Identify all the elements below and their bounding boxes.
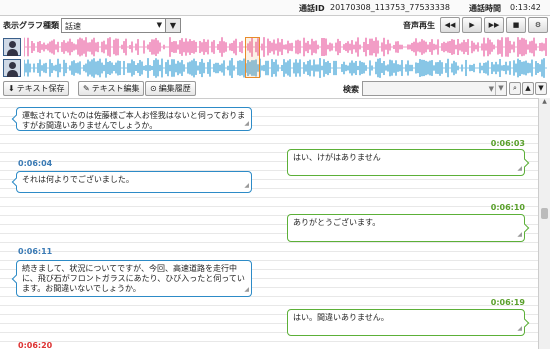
scroll-up-icon[interactable]: ▲	[539, 98, 550, 108]
text-toolbar: ⬇ テキスト保存 ✎ テキスト編集 ⊙ 編集履歴 検索 ▼ ▼ ⌕ ▲ ▼	[0, 79, 550, 98]
resize-grip-icon: ◢	[244, 182, 249, 189]
stop-icon: ■	[512, 21, 520, 29]
select-caret-icon: ▼	[156, 21, 162, 29]
play-button[interactable]: ▶	[462, 17, 482, 33]
message-timestamp: 0:06:11	[18, 247, 53, 256]
download-icon: ⬇	[8, 84, 15, 93]
save-text-button[interactable]: ⬇ テキスト保存	[3, 81, 70, 96]
search-button[interactable]: ⌕	[509, 82, 521, 95]
scroll-thumb[interactable]	[541, 208, 548, 219]
message-text: 続きまして、状況についてですが、今回、高速道路を走行中に、飛び石がフロントガラス…	[22, 264, 245, 293]
search-caret-icon: ▼	[488, 85, 494, 93]
edit-text-button[interactable]: ✎ テキスト編集	[78, 81, 145, 96]
rewind-icon: ◀◀	[444, 21, 456, 29]
header-bar: 通話ID 20170308_113753_77533338 通話時間 0:13:…	[0, 0, 550, 16]
transcript-panel[interactable]: 運転されていたのは佐藤様ご本人お怪我はないと伺っておりますがお間違いありませんで…	[0, 98, 538, 349]
resize-grip-icon: ◢	[517, 165, 522, 172]
message-text: 運転されていたのは佐藤様ご本人お怪我はないと伺っておりますがお間違いありませんで…	[22, 111, 246, 130]
message-timestamp: 0:06:04	[18, 159, 53, 168]
edit-history-button[interactable]: ⊙ 編集履歴	[145, 81, 196, 96]
message-timestamp: 0:06:20	[18, 341, 53, 349]
message-timestamp: 0:06:19	[490, 298, 525, 307]
save-text-label: テキスト保存	[16, 84, 65, 93]
call-id-label: 通話ID	[299, 4, 325, 13]
message-text: はい、けがはありません	[293, 153, 381, 162]
history-icon: ⊙	[150, 84, 157, 93]
vertical-scrollbar[interactable]: ▲	[538, 98, 550, 349]
message-bubble-left[interactable]: 運転されていたのは佐藤様ご本人お怪我はないと伺っておりますがお間違いありませんで…	[11, 107, 252, 131]
graph-type-select[interactable]: 話速 ▼ ▼	[61, 18, 181, 33]
call-id-value: 20170308_113753_77533338	[330, 3, 450, 12]
resize-grip-icon: ◢	[244, 120, 249, 127]
message-bubble-left[interactable]: 続きまして、状況についてですが、今回、高速道路を走行中に、飛び石がフロントガラス…	[11, 260, 252, 297]
resize-grip-icon: ◢	[517, 325, 522, 332]
message-bubble-right[interactable]: ありがとうございます。 ◢	[287, 214, 530, 242]
settings-button[interactable]: ⚙	[528, 17, 548, 33]
search-icon: ⌕	[513, 84, 517, 92]
playback-label: 音声再生	[403, 21, 435, 30]
message-text: ありがとうございます。	[293, 218, 381, 227]
message-bubble-right[interactable]: はい、けがはありません ◢	[287, 149, 530, 176]
message-bubble-right[interactable]: はい。間違いありません。 ◢	[287, 309, 530, 336]
duration-value: 0:13:42	[510, 3, 541, 12]
graph-type-label: 表示グラフ種類	[3, 21, 59, 30]
prev-result-button[interactable]: ▲	[522, 82, 534, 95]
edit-text-label: テキスト編集	[91, 84, 140, 93]
dropdown-icon[interactable]: ▼	[165, 19, 180, 32]
waveform-speaker-a[interactable]	[0, 37, 550, 57]
rewind-button[interactable]: ◀◀	[440, 17, 460, 33]
resize-grip-icon: ◢	[244, 286, 249, 293]
chevron-up-icon: ▲	[525, 84, 531, 92]
pencil-icon: ✎	[83, 84, 90, 93]
fast-forward-button[interactable]: ▶▶	[484, 17, 504, 33]
waveform-b-graph[interactable]	[24, 58, 548, 78]
duration-label: 通話時間	[469, 4, 501, 13]
resize-grip-icon: ◢	[517, 231, 522, 238]
next-result-button[interactable]: ▼	[535, 82, 547, 95]
message-text: はい。間違いありません。	[293, 313, 389, 322]
control-bar: 表示グラフ種類 話速 ▼ ▼ 音声再生 ◀◀ ▶ ▶▶ ■ ⚙	[0, 16, 550, 35]
operator-avatar-icon	[3, 38, 21, 56]
gear-icon: ⚙	[534, 21, 542, 29]
waveform-a-graph[interactable]	[24, 37, 548, 57]
stop-button[interactable]: ■	[506, 17, 526, 33]
message-bubble-left[interactable]: それは何よりでございました。 ◢	[11, 171, 252, 193]
customer-avatar-icon	[3, 59, 21, 77]
message-text: それは何よりでございました。	[22, 175, 134, 184]
chevron-down-icon: ▼	[538, 84, 544, 92]
play-icon: ▶	[469, 21, 475, 29]
search-dropdown-icon[interactable]: ▼	[495, 82, 506, 95]
fast-forward-icon: ▶▶	[488, 21, 500, 29]
edit-history-label: 編集履歴	[158, 84, 191, 93]
message-timestamp: 0:06:10	[490, 203, 525, 212]
search-input[interactable]: ▼ ▼	[362, 81, 507, 96]
message-timestamp: 0:06:03	[490, 139, 525, 148]
playback-cursor[interactable]	[245, 37, 260, 78]
graph-type-value: 話速	[65, 22, 81, 31]
search-label: 検索	[343, 85, 359, 94]
waveform-speaker-b[interactable]	[0, 58, 550, 78]
